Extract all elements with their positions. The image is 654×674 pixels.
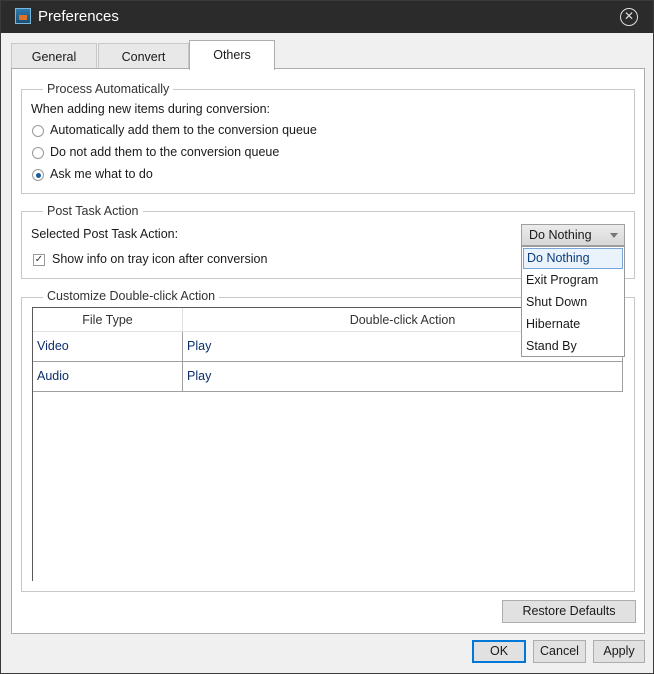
option-exit-program[interactable]: Exit Program [523, 270, 623, 291]
column-header-file-type[interactable]: File Type [33, 308, 183, 332]
radio-do-not-add[interactable] [32, 147, 44, 159]
post-task-label: Selected Post Task Action: [31, 227, 179, 241]
radio-auto-add[interactable] [32, 125, 44, 137]
process-prompt: When adding new items during conversion: [31, 102, 271, 116]
process-automatically-legend: Process Automatically [43, 82, 174, 96]
post-task-legend: Post Task Action [43, 204, 143, 218]
preferences-window: Preferences ✕ General Convert Others Pro… [0, 0, 654, 674]
table-row-audio-type[interactable]: Audio [33, 362, 183, 392]
option-shut-down[interactable]: Shut Down [523, 292, 623, 313]
ok-button[interactable]: OK [472, 640, 526, 663]
post-task-dropdown[interactable]: Do Nothing [521, 224, 625, 246]
table-row-video-type[interactable]: Video [33, 332, 183, 362]
table-row-audio-action[interactable]: Play [183, 362, 623, 392]
apply-button[interactable]: Apply [593, 640, 645, 663]
tab-general[interactable]: General [11, 43, 97, 69]
post-task-options-list: Do Nothing Exit Program Shut Down Hibern… [521, 246, 625, 357]
option-do-nothing[interactable]: Do Nothing [523, 248, 623, 269]
double-click-legend: Customize Double-click Action [43, 289, 220, 303]
tab-others[interactable]: Others [189, 40, 275, 70]
option-stand-by[interactable]: Stand By [523, 336, 623, 357]
post-task-selected-value: Do Nothing [529, 228, 592, 242]
radio-auto-add-label[interactable]: Automatically add them to the conversion… [50, 123, 317, 137]
restore-defaults-button[interactable]: Restore Defaults [502, 600, 636, 623]
dropdown-arrow-icon [610, 233, 618, 238]
window-title: Preferences [38, 8, 119, 25]
title-bar[interactable]: Preferences ✕ [1, 1, 653, 33]
radio-do-not-add-label[interactable]: Do not add them to the conversion queue [50, 145, 279, 159]
radio-ask-me[interactable] [32, 169, 44, 181]
tab-convert[interactable]: Convert [98, 43, 189, 69]
option-hibernate[interactable]: Hibernate [523, 314, 623, 335]
tray-info-checkbox[interactable]: ✓ [33, 254, 45, 266]
app-icon [15, 8, 31, 24]
radio-ask-me-label[interactable]: Ask me what to do [50, 167, 153, 181]
cancel-button[interactable]: Cancel [533, 640, 586, 663]
close-icon[interactable]: ✕ [620, 8, 638, 26]
tray-info-label[interactable]: Show info on tray icon after conversion [52, 252, 267, 266]
